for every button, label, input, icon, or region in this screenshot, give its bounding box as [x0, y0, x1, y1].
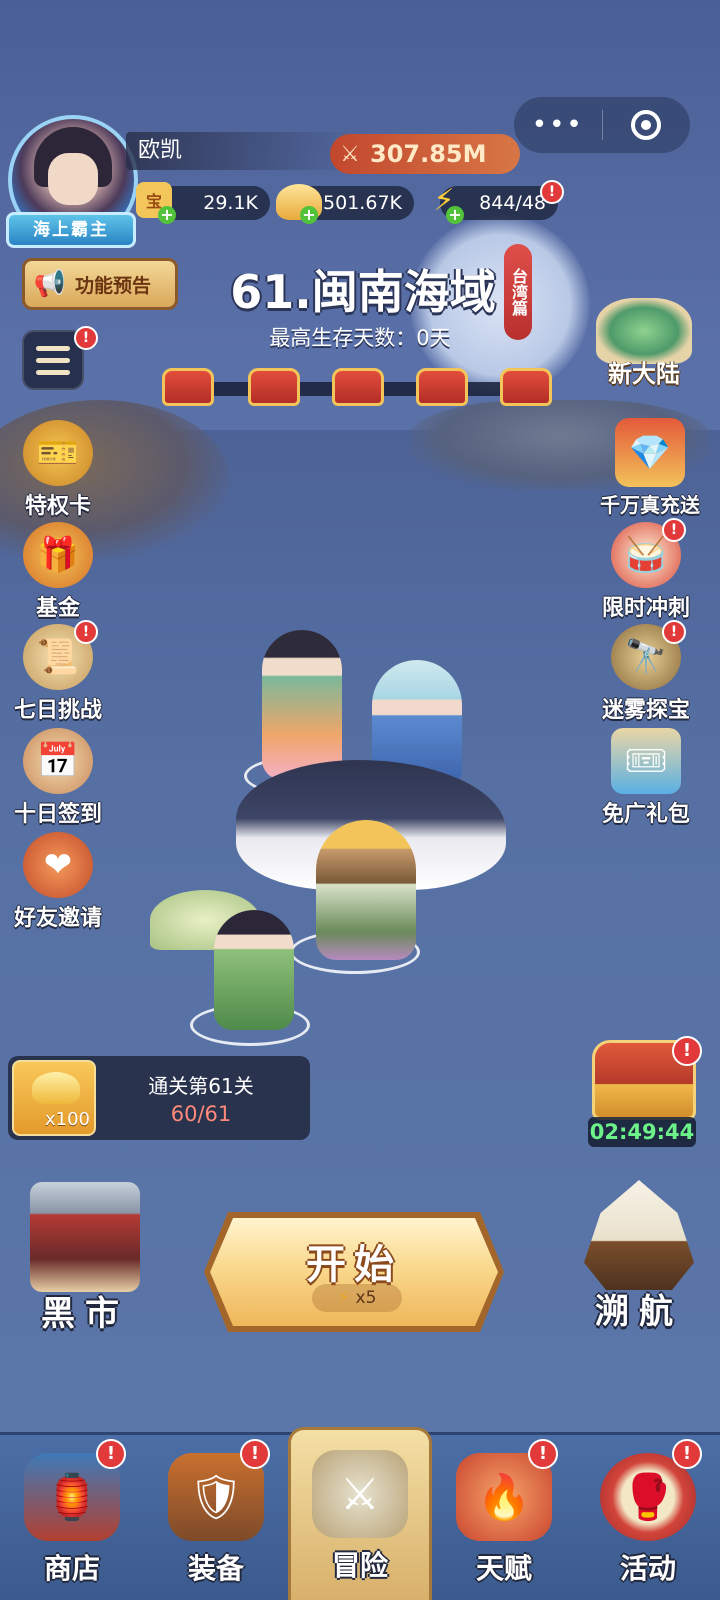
friend-invite-button[interactable]: ❤ 好友邀请	[8, 832, 108, 932]
friend-invite-label: 好友邀请	[13, 906, 102, 931]
combat-power-value: 307.85M	[370, 140, 487, 168]
reward-progress: 60/61	[170, 1102, 232, 1126]
privilege-card-label: 特权卡	[24, 494, 91, 519]
hero-sultan[interactable]	[316, 820, 416, 960]
nav-talent-label: 天赋	[475, 1552, 532, 1585]
add-treasure-button[interactable]: +	[158, 206, 176, 224]
voyage-button[interactable]: 溯航	[574, 1180, 704, 1333]
new-continent-button[interactable]: 新大陆	[584, 298, 704, 398]
friend-invite-icon: ❤	[23, 832, 93, 898]
sailing-ship-icon	[584, 1180, 694, 1290]
limited-sprint-alert-badge: !	[662, 518, 686, 542]
region-tag: 台湾篇	[504, 244, 532, 340]
nav-shop[interactable]: 🏮 商店 !	[0, 1435, 144, 1600]
nav-talent-badge: !	[528, 1439, 558, 1469]
max-survival-days: 最高生存天数：0天	[269, 326, 451, 350]
player-name-bar: 欧凯	[126, 132, 356, 170]
pagoda-shop-icon	[30, 1182, 140, 1292]
ten-day-signin-label: 十日签到	[13, 802, 102, 827]
seven-day-alert-badge: !	[74, 620, 98, 644]
nav-equipment[interactable]: 🛡 装备 !	[144, 1435, 288, 1600]
nav-shop-label: 商店	[43, 1552, 100, 1585]
nav-equipment-badge: !	[240, 1439, 270, 1469]
treasure-alert-badge: !	[672, 1036, 702, 1066]
progress-chest-icon[interactable]	[500, 368, 552, 406]
bottom-navigation: 🏮 商店 ! 🛡 装备 ! ⚔ 冒险 🔥 天赋 ! 🥊 活动 !	[0, 1427, 720, 1600]
seven-day-challenge-button[interactable]: 📜 七日挑战 !	[8, 620, 108, 724]
player-name: 欧凯	[138, 138, 183, 163]
resource-energy-value: 844/48	[479, 192, 546, 214]
nav-talent[interactable]: 🔥 天赋 !	[432, 1435, 576, 1600]
black-market-label: 黑市	[41, 1294, 129, 1334]
limited-sprint-button[interactable]: 🥁 限时冲刺 !	[596, 518, 696, 622]
nav-adventure-label: 冒险	[331, 1549, 388, 1582]
feature-preview-label: 功能预告	[75, 274, 152, 297]
fund-button[interactable]: 🎁 基金	[8, 522, 108, 622]
black-market-button[interactable]: 黑市	[20, 1182, 150, 1335]
adventure-swords-icon: ⚔	[312, 1450, 408, 1538]
feature-preview-button[interactable]: 📢 功能预告	[22, 258, 178, 310]
privilege-card-button[interactable]: 🎫 特权卡	[8, 420, 108, 520]
nav-shop-badge: !	[96, 1439, 126, 1469]
fog-treasure-label: 迷雾探宝	[601, 698, 690, 723]
nav-adventure[interactable]: ⚔ 冒险	[288, 1427, 432, 1600]
reward-quantity: x100	[44, 1109, 90, 1130]
start-cost-value: x5	[355, 1288, 377, 1308]
gold-ingot-reward: x100	[12, 1060, 96, 1136]
target-icon	[631, 110, 662, 140]
stage-clear-reward[interactable]: x100 通关第61关 60/61	[8, 1056, 310, 1140]
progress-chest-icon[interactable]	[416, 368, 468, 406]
ten-day-signin-button[interactable]: 📅 十日签到	[8, 728, 108, 828]
privilege-card-icon: 🎫	[23, 420, 93, 486]
player-rank-badge: 海上霸主	[6, 212, 136, 248]
ten-day-signin-icon: 📅	[23, 728, 93, 794]
start-cost: ⚡ x5	[312, 1284, 402, 1312]
avatar-face	[48, 153, 98, 205]
start-label: 开始	[306, 1242, 402, 1288]
add-gold-button[interactable]: +	[300, 206, 318, 224]
nav-equipment-label: 装备	[187, 1552, 244, 1585]
fog-treasure-button[interactable]: 🔭 迷雾探宝 !	[596, 620, 696, 724]
menu-alert-badge: !	[74, 326, 98, 350]
close-miniprogram-button[interactable]	[603, 110, 691, 140]
recharge-chest-icon: 💎	[615, 418, 685, 487]
miniprogram-capsule: •••	[514, 97, 690, 153]
nav-activity-badge: !	[672, 1439, 702, 1469]
limited-sprint-label: 限时冲刺	[601, 596, 690, 621]
new-continent-label: 新大陆	[608, 360, 680, 388]
recharge-gift-button[interactable]: 💎 千万真充送	[598, 418, 702, 518]
stage-title: 61.闽南海域	[230, 265, 496, 319]
recharge-gift-label: 千万真充送	[600, 493, 700, 517]
crossed-swords-icon: ⚔	[340, 141, 360, 167]
hero-lotus-maiden[interactable]	[262, 630, 342, 780]
seven-day-challenge-label: 七日挑战	[13, 698, 102, 723]
ad-free-gift-button[interactable]: 🎟 免广礼包	[596, 728, 696, 828]
treasure-countdown: 02:49:44	[588, 1117, 696, 1147]
combat-power: ⚔ 307.85M	[330, 134, 520, 174]
add-energy-button[interactable]: +	[446, 206, 464, 224]
ad-free-gift-label: 免广礼包	[601, 802, 690, 827]
fog-treasure-alert-badge: !	[662, 620, 686, 644]
more-options-button[interactable]: •••	[514, 110, 602, 140]
progress-chest-icon[interactable]	[332, 368, 384, 406]
voyage-label: 溯航	[595, 1292, 683, 1332]
gold-ingot-icon	[32, 1072, 80, 1104]
resource-gold-value: 501.67K	[323, 192, 402, 214]
hero-umbrella-maiden[interactable]	[214, 910, 294, 1030]
progress-chest-icon[interactable]	[162, 368, 214, 406]
nav-activity-label: 活动	[619, 1552, 676, 1585]
nav-activity[interactable]: 🥊 活动 !	[576, 1435, 720, 1600]
reward-title: 通关第61关	[148, 1074, 254, 1098]
ad-free-gift-icon: 🎟	[611, 728, 681, 794]
progress-chest-icon[interactable]	[248, 368, 300, 406]
start-button[interactable]: 开始 ⚡ x5	[204, 1212, 504, 1332]
energy-icon: ⚡	[337, 1288, 350, 1308]
fund-gift-icon: 🎁	[23, 522, 93, 588]
resource-treasure-value: 29.1K	[203, 192, 258, 214]
energy-alert-badge: !	[540, 180, 564, 204]
fund-label: 基金	[35, 596, 80, 621]
megaphone-icon: 📢	[33, 269, 67, 299]
